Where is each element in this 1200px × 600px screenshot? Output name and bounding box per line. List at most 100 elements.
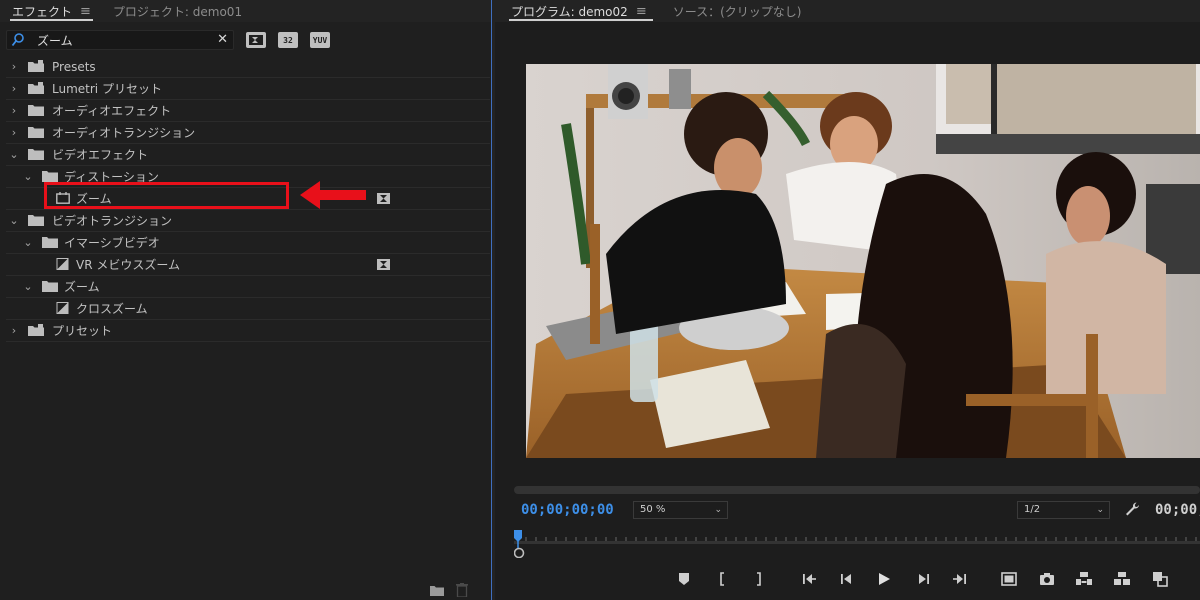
- chevron-down-icon: ⌄: [1096, 505, 1104, 515]
- extract-icon[interactable]: [1113, 570, 1131, 588]
- transition-icon: [56, 302, 69, 314]
- program-monitor-header: プログラム: demo02 ≡ ソース：(クリップなし): [495, 0, 1200, 22]
- go-to-out-icon[interactable]: [951, 570, 969, 588]
- playback-resolution-select[interactable]: 1/2 ⌄: [1017, 501, 1110, 519]
- chevron-right-icon[interactable]: ›: [8, 83, 20, 95]
- search-input[interactable]: [37, 32, 217, 48]
- tree-item-zoom-folder[interactable]: ⌄ ズーム: [6, 276, 490, 298]
- preset-folder-icon: [28, 60, 44, 72]
- effects-panel-header: エフェクト ≡ プロジェクト: demo01: [0, 0, 491, 22]
- accelerated-effect-badge-icon: [377, 259, 390, 270]
- time-ruler[interactable]: [514, 528, 1200, 558]
- tab-source[interactable]: ソース：(クリップなし): [657, 0, 812, 22]
- tab-program[interactable]: プログラム: demo02 ≡: [495, 0, 657, 22]
- clear-search-icon[interactable]: ✕: [217, 32, 228, 48]
- accelerated-effect-badge-icon: [377, 193, 390, 204]
- tree-item-label: プリセット: [52, 324, 113, 338]
- tree-item-presets-jp[interactable]: › プリセット: [6, 320, 490, 342]
- chevron-down-icon[interactable]: ⌄: [22, 171, 34, 183]
- tab-project-label: プロジェクト: demo01: [112, 4, 243, 19]
- play-icon[interactable]: [875, 570, 893, 588]
- preset-folder-icon: [28, 82, 44, 94]
- tree-item-label: オーディオトランジション: [52, 126, 196, 140]
- effects-panel-footer: [0, 582, 491, 600]
- playback-resolution-value: 1/2: [1024, 504, 1041, 515]
- tab-effects-label: エフェクト: [12, 4, 73, 19]
- panel-menu-icon[interactable]: ≡: [80, 4, 91, 19]
- chevron-right-icon[interactable]: ›: [8, 127, 20, 139]
- transition-icon: [56, 258, 69, 270]
- tree-item-label: ビデオトランジション: [52, 214, 173, 228]
- tree-item-audio-effects[interactable]: › オーディオエフェクト: [6, 100, 490, 122]
- lift-icon[interactable]: [1075, 570, 1093, 588]
- tab-project[interactable]: プロジェクト: demo01: [101, 0, 252, 22]
- tree-item-video-transitions[interactable]: ⌄ ビデオトランジション: [6, 210, 490, 232]
- add-marker-icon[interactable]: [675, 570, 693, 588]
- chevron-right-icon[interactable]: ›: [8, 325, 20, 337]
- tree-item-label: ビデオエフェクト: [52, 148, 149, 162]
- tree-item-lumetri-presets[interactable]: › Lumetri プリセット: [6, 78, 490, 100]
- red-arrow-icon: [300, 181, 366, 209]
- export-frame-icon[interactable]: [1038, 570, 1056, 588]
- chevron-right-icon[interactable]: ›: [8, 61, 20, 73]
- preset-folder-icon: [28, 324, 44, 336]
- folder-icon: [42, 171, 58, 182]
- zoom-level-value: 50 %: [640, 504, 666, 515]
- folder-icon: [42, 237, 58, 248]
- tree-item-label: オーディオエフェクト: [52, 104, 172, 118]
- go-to-in-icon[interactable]: [800, 570, 818, 588]
- tree-item-video-effects[interactable]: ⌄ ビデオエフェクト: [6, 144, 490, 166]
- search-box[interactable]: ✕: [6, 30, 234, 50]
- yuv-filter-button[interactable]: YUV: [310, 32, 330, 48]
- folder-icon: [28, 127, 44, 138]
- tree-item-label: Lumetri プリセット: [52, 82, 162, 96]
- tree-item-cross-zoom[interactable]: クロスズーム: [6, 298, 490, 320]
- tree-item-label: VR メビウスズーム: [76, 258, 181, 272]
- folder-icon: [28, 215, 44, 226]
- duration-timecode: 00;00;1: [1155, 502, 1200, 518]
- highlight-box: [44, 182, 289, 209]
- search-icon: [11, 33, 24, 47]
- tree-item-vr-mobius-zoom[interactable]: VR メビウスズーム: [6, 254, 490, 276]
- current-timecode[interactable]: 00;00;00;00: [521, 502, 614, 518]
- video-preview[interactable]: [526, 64, 1200, 458]
- panel-menu-icon[interactable]: ≡: [636, 4, 647, 19]
- tab-effects[interactable]: エフェクト ≡: [0, 0, 101, 22]
- tree-item-label: ズーム: [64, 280, 100, 294]
- safe-margins-icon[interactable]: [1000, 570, 1018, 588]
- step-forward-icon[interactable]: [915, 570, 933, 588]
- search-row: ✕ 32 YUV: [6, 29, 490, 51]
- 32-bit-filter-button[interactable]: 32: [278, 32, 298, 48]
- chevron-right-icon[interactable]: ›: [8, 105, 20, 117]
- chevron-down-icon[interactable]: ⌄: [8, 149, 20, 161]
- zoom-level-select[interactable]: 50 % ⌄: [633, 501, 728, 519]
- mark-in-icon[interactable]: [713, 570, 731, 588]
- tree-item-immersive-video[interactable]: ⌄ イマーシブビデオ: [6, 232, 490, 254]
- trash-icon[interactable]: [456, 583, 468, 597]
- tab-program-label: プログラム: demo02: [511, 4, 628, 19]
- transport-controls: [495, 568, 1200, 592]
- tree-item-label: Presets: [52, 59, 96, 74]
- compare-view-icon[interactable]: [1151, 570, 1169, 588]
- chevron-down-icon[interactable]: ⌄: [22, 237, 34, 249]
- mark-out-icon[interactable]: [750, 570, 768, 588]
- folder-icon: [42, 281, 58, 292]
- scrubber-bar[interactable]: [514, 486, 1200, 494]
- tree-item-presets[interactable]: › Presets: [6, 56, 490, 78]
- folder-icon: [28, 105, 44, 116]
- tree-item-label: クロスズーム: [76, 302, 148, 316]
- folder-icon: [28, 149, 44, 160]
- chevron-down-icon[interactable]: ⌄: [22, 281, 34, 293]
- wrench-icon[interactable]: [1124, 501, 1140, 517]
- step-back-icon[interactable]: [837, 570, 855, 588]
- chevron-down-icon[interactable]: ⌄: [8, 215, 20, 227]
- tab-source-label: ソース：(クリップなし): [672, 4, 802, 19]
- new-bin-icon[interactable]: [430, 585, 444, 596]
- accelerated-effects-filter-icon[interactable]: [246, 32, 266, 48]
- premiere-app: エフェクト ≡ プロジェクト: demo01 ✕ 32 YUV: [0, 0, 1200, 600]
- chevron-down-icon: ⌄: [714, 505, 722, 515]
- effects-panel: エフェクト ≡ プロジェクト: demo01 ✕ 32 YUV: [0, 0, 492, 600]
- tree-item-label: イマーシブビデオ: [64, 236, 160, 250]
- program-monitor-panel: プログラム: demo02 ≡ ソース：(クリップなし) 00;00;00;00…: [495, 0, 1200, 600]
- tree-item-audio-transitions[interactable]: › オーディオトランジション: [6, 122, 490, 144]
